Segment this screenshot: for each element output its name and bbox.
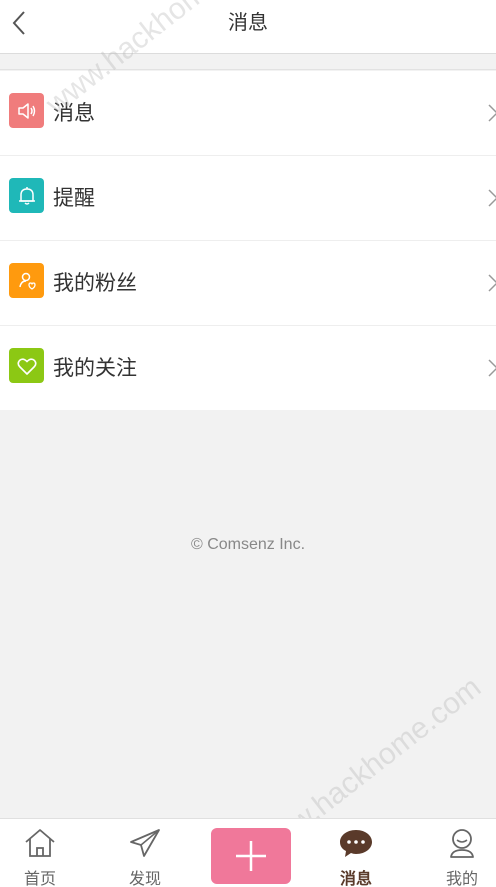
add-post-button[interactable] [211,828,291,884]
list-item-reminders[interactable]: 提醒 [0,156,496,241]
tab-label: 消息 [339,869,372,887]
list-item-label: 我的粉丝 [53,271,137,295]
message-category-list: 消息 提醒 我的粉丝 我的关注 [0,71,496,410]
chevron-right-icon [488,274,496,292]
header-divider [0,55,496,70]
list-item-fans[interactable]: 我的粉丝 [0,241,496,326]
tab-discover[interactable]: 发现 [105,819,185,887]
list-item-label: 我的关注 [53,356,137,380]
plus-icon [236,841,266,871]
tab-label: 发现 [128,869,161,887]
page-title: 消息 [228,10,268,34]
chevron-right-icon [488,189,496,207]
tab-home[interactable]: 首页 [0,819,80,887]
list-item-messages[interactable]: 消息 [0,71,496,156]
tab-profile[interactable]: 我的 [422,819,496,887]
fans-icon [9,263,44,298]
list-item-following[interactable]: 我的关注 [0,326,496,410]
chevron-right-icon [488,359,496,377]
home-icon [25,829,55,857]
chevron-right-icon [488,104,496,122]
bottom-tab-bar: 首页 发现 消息 我的 [0,818,496,887]
heart-icon [9,348,44,383]
list-item-label: 提醒 [53,186,95,210]
speaker-icon [9,93,44,128]
bell-icon [9,178,44,213]
tab-messages[interactable]: 消息 [316,819,396,887]
paper-plane-icon [130,829,160,857]
list-item-label: 消息 [53,101,95,125]
copyright-text: © Comsenz Inc. [190,536,306,553]
header-bar: 消息 [0,0,496,54]
tab-label: 我的 [445,869,478,887]
tab-label: 首页 [23,869,56,887]
user-icon [450,829,474,858]
chat-bubble-icon [340,830,372,857]
